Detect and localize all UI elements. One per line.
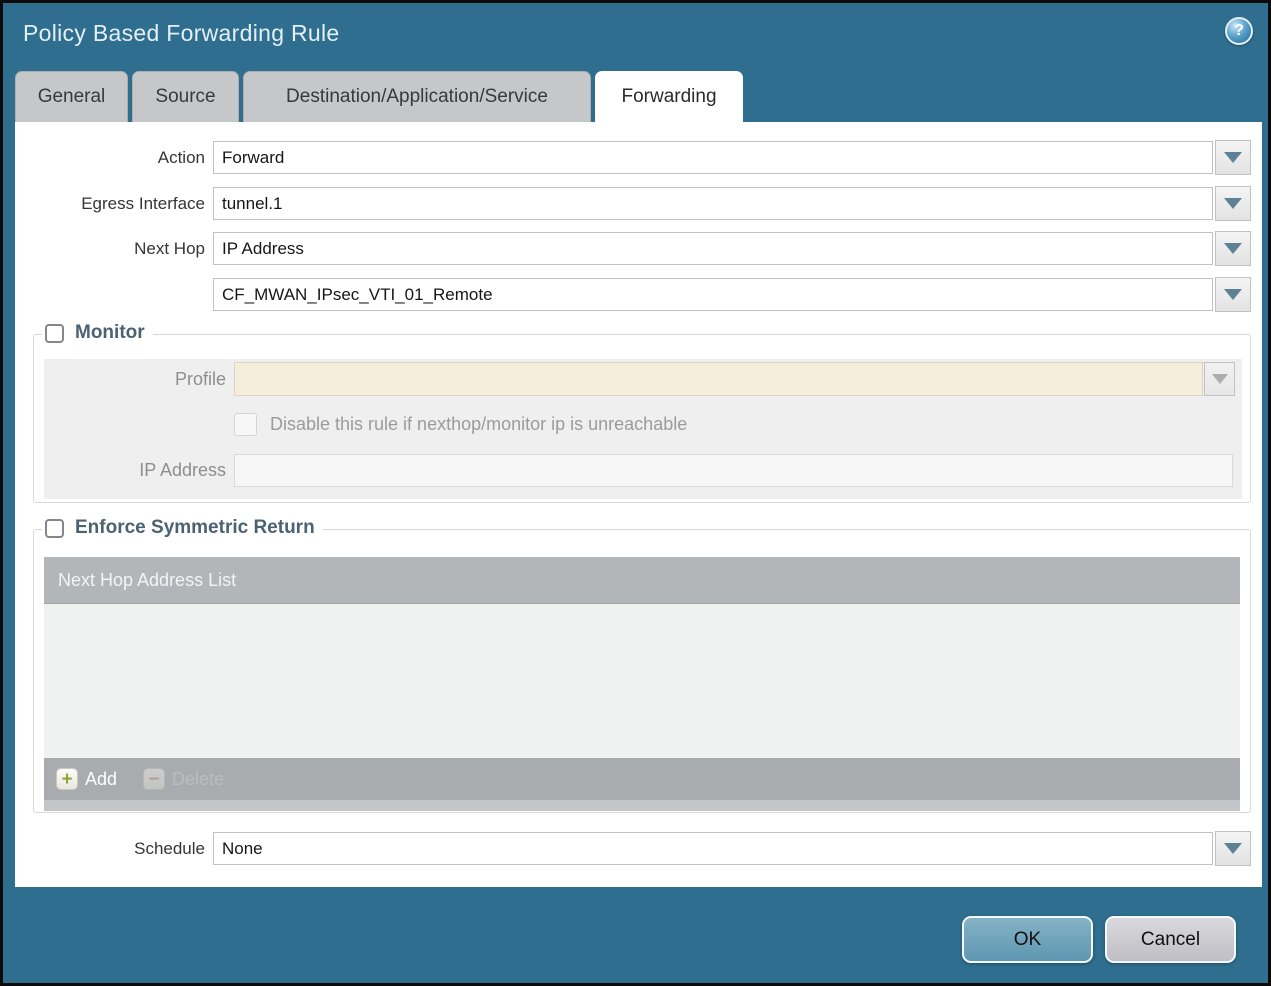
enforce-symmetric-return-section: Enforce Symmetric Return Next Hop Addres…	[33, 517, 1251, 813]
tab-general-label: General	[37, 86, 106, 107]
monitor-checkbox[interactable]	[45, 323, 64, 343]
tab-content-forwarding: Action Forward Egress Interface tunnel.1…	[15, 122, 1262, 887]
help-icon[interactable]: ?	[1225, 17, 1253, 45]
pbf-rule-dialog: Policy Based Forwarding Rule ? General S…	[0, 0, 1271, 986]
tab-source-label: Source	[155, 86, 216, 107]
monitor-disabled-panel: Profile Disable this rule if nexthop/mon…	[44, 359, 1242, 499]
cancel-button[interactable]: Cancel	[1105, 916, 1236, 963]
monitor-ip-address-input	[234, 454, 1233, 487]
tab-destination-application-service[interactable]: Destination/Application/Service	[243, 71, 591, 122]
chevron-down-icon	[1211, 374, 1228, 384]
delete-button: − Delete	[143, 768, 224, 790]
next-hop-address-row: CF_MWAN_IPsec_VTI_01_Remote	[15, 277, 1251, 312]
schedule-label: Schedule	[134, 838, 205, 858]
enforce-symmetric-return-legend: Enforce Symmetric Return	[42, 517, 323, 539]
dialog-titlebar: Policy Based Forwarding Rule ?	[3, 3, 1268, 65]
next-hop-address-list-header-label: Next Hop Address List	[58, 569, 237, 590]
action-dropdown-button[interactable]	[1215, 140, 1251, 175]
next-hop-address-select[interactable]: CF_MWAN_IPsec_VTI_01_Remote	[213, 278, 1213, 311]
delete-minus-icon: −	[143, 768, 166, 790]
egress-interface-label: Egress Interface	[81, 193, 205, 213]
action-select[interactable]: Forward	[213, 141, 1213, 174]
monitor-profile-label: Profile	[174, 368, 226, 389]
monitor-profile-select	[234, 362, 1203, 396]
tab-forwarding[interactable]: Forwarding	[595, 71, 743, 122]
chevron-down-icon	[1224, 243, 1242, 254]
chevron-down-icon	[1224, 198, 1242, 209]
monitor-profile-row: Profile	[44, 362, 1235, 396]
action-label: Action	[157, 147, 205, 167]
enforce-symmetric-return-label: Enforce Symmetric Return	[75, 517, 315, 538]
next-hop-address-dropdown-button[interactable]	[1215, 277, 1251, 312]
tab-forwarding-label: Forwarding	[621, 86, 717, 107]
monitor-legend: Monitor	[42, 322, 153, 344]
schedule-row: Schedule None	[15, 831, 1251, 866]
next-hop-row: Next Hop IP Address	[15, 231, 1251, 266]
chevron-down-icon	[1224, 152, 1242, 163]
dialog-title: Policy Based Forwarding Rule	[23, 20, 340, 46]
monitor-ip-address-label: IP Address	[139, 460, 226, 480]
monitor-disable-rule-label: Disable this rule if nexthop/monitor ip …	[270, 413, 688, 434]
tab-general[interactable]: General	[15, 71, 128, 122]
chevron-down-icon	[1224, 843, 1242, 854]
add-button-label: Add	[85, 768, 118, 789]
egress-interface-dropdown-button[interactable]	[1215, 186, 1251, 221]
next-hop-address-list-body[interactable]	[44, 604, 1240, 758]
ok-button[interactable]: OK	[962, 916, 1093, 963]
monitor-disable-rule-row: Disable this rule if nexthop/monitor ip …	[234, 409, 1242, 439]
next-hop-address-list-table: Next Hop Address List + Add − Delete	[44, 557, 1240, 811]
monitor-profile-dropdown-button	[1204, 362, 1235, 396]
monitor-section: Monitor Profile Disable this rule if nex…	[33, 322, 1251, 503]
egress-interface-row: Egress Interface tunnel.1	[15, 186, 1251, 221]
tab-destination-application-service-label: Destination/Application/Service	[286, 86, 548, 107]
tab-bar: General Source Destination/Application/S…	[15, 71, 747, 122]
next-hop-address-list-bottom-strip	[44, 800, 1240, 811]
delete-button-label: Delete	[172, 768, 225, 789]
schedule-dropdown-button[interactable]	[1215, 831, 1251, 866]
monitor-ip-address-row: IP Address	[44, 454, 1235, 487]
monitor-disable-rule-checkbox	[234, 412, 257, 436]
add-plus-icon: +	[56, 768, 78, 790]
monitor-label: Monitor	[75, 322, 145, 343]
next-hop-type-dropdown-button[interactable]	[1215, 231, 1251, 266]
action-row: Action Forward	[15, 140, 1251, 175]
next-hop-address-list-toolbar: + Add − Delete	[44, 758, 1240, 800]
tab-source[interactable]: Source	[132, 71, 239, 122]
next-hop-address-list-header: Next Hop Address List	[44, 557, 1240, 604]
egress-interface-select[interactable]: tunnel.1	[213, 187, 1213, 220]
next-hop-type-select[interactable]: IP Address	[213, 232, 1213, 265]
next-hop-label: Next Hop	[134, 238, 205, 258]
chevron-down-icon	[1224, 289, 1242, 300]
schedule-select[interactable]: None	[213, 832, 1213, 865]
enforce-symmetric-return-checkbox[interactable]	[45, 518, 64, 538]
add-button[interactable]: + Add	[56, 768, 117, 790]
